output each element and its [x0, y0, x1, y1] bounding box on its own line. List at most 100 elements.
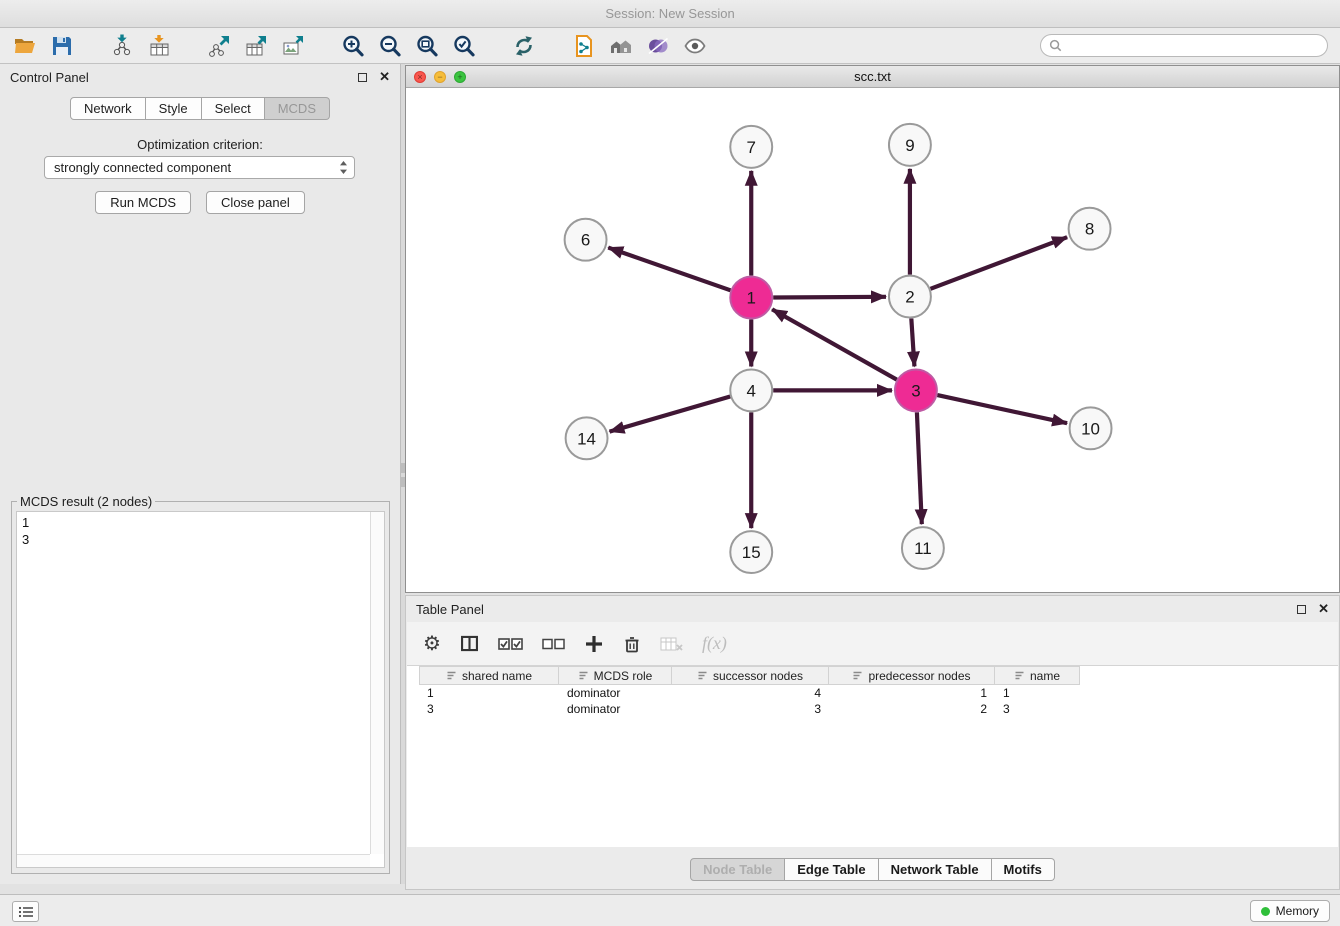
zoom-window-icon[interactable]: +: [454, 71, 466, 83]
tab-network-table[interactable]: Network Table: [879, 858, 992, 881]
close-window-icon[interactable]: ×: [414, 71, 426, 83]
close-table-panel-icon[interactable]: ✕: [1318, 601, 1329, 617]
criterion-dropdown[interactable]: strongly connected component: [44, 156, 355, 179]
search-field[interactable]: [1040, 34, 1328, 57]
table-cell: dominator: [559, 685, 672, 701]
memory-button[interactable]: Memory: [1250, 900, 1330, 922]
svg-text:10: 10: [1081, 419, 1100, 438]
tab-select[interactable]: Select: [202, 97, 265, 120]
tab-network[interactable]: Network: [70, 97, 146, 120]
table-tabs: Node TableEdge TableNetwork TableMotifs: [406, 858, 1339, 881]
list-icon: [18, 906, 34, 918]
show-graphics-details-button[interactable]: [680, 32, 710, 60]
table-cell: 3: [419, 701, 559, 717]
graph-node-4[interactable]: 4: [730, 369, 772, 411]
svg-text:11: 11: [914, 539, 932, 558]
graph-node-6[interactable]: 6: [565, 219, 607, 261]
search-input[interactable]: [1067, 39, 1319, 53]
column-header-successor-nodes[interactable]: successor nodes: [672, 666, 829, 685]
create-column-button[interactable]: [584, 634, 604, 654]
column-header-predecessor-nodes[interactable]: predecessor nodes: [829, 666, 995, 685]
minimize-window-icon[interactable]: −: [434, 71, 446, 83]
table-cell: 2: [829, 701, 995, 717]
show-columns-button[interactable]: [459, 633, 480, 654]
table-settings-button[interactable]: ⚙: [423, 634, 441, 654]
tab-edge-table[interactable]: Edge Table: [785, 858, 878, 881]
select-all-columns-button[interactable]: [498, 636, 524, 652]
svg-text:7: 7: [747, 138, 756, 157]
open-session-button[interactable]: [10, 32, 40, 60]
tab-node-table[interactable]: Node Table: [690, 858, 785, 881]
close-panel-button[interactable]: Close panel: [206, 191, 305, 214]
table-row[interactable]: 1dominator411: [419, 685, 1338, 701]
network-canvas[interactable]: 1 2 3 4 6 7 8 9 10 11 14 15: [406, 88, 1339, 592]
traffic-lights: × − +: [414, 71, 466, 83]
dropdown-stepper-icon: [339, 160, 348, 175]
zoom-out-button[interactable]: [375, 32, 405, 60]
import-table-button[interactable]: [144, 32, 174, 60]
zoom-in-button[interactable]: [338, 32, 368, 60]
graph-node-9[interactable]: 9: [889, 124, 931, 166]
mcds-result-text: 1 3: [22, 514, 367, 853]
graph-edge-1-6[interactable]: [608, 248, 730, 291]
export-table-icon: [244, 34, 268, 58]
graph-node-1[interactable]: 1: [730, 277, 772, 319]
tab-style[interactable]: Style: [146, 97, 202, 120]
graph-node-8[interactable]: 8: [1069, 208, 1111, 250]
tab-motifs[interactable]: Motifs: [992, 858, 1055, 881]
function-builder-button-disabled[interactable]: f(x): [702, 633, 727, 654]
graph-edge-2-8[interactable]: [930, 237, 1067, 289]
refresh-layout-button[interactable]: [509, 32, 539, 60]
graph-edge-3-10[interactable]: [937, 395, 1067, 423]
mcds-result-groupbox: MCDS result (2 nodes) 1 3: [11, 494, 390, 874]
table-body: shared nameMCDS rolesuccessor nodesprede…: [407, 666, 1338, 847]
graph-node-7[interactable]: 7: [730, 126, 772, 168]
export-network-button[interactable]: [204, 32, 234, 60]
run-mcds-button[interactable]: Run MCDS: [95, 191, 191, 214]
home-layouts-button[interactable]: [606, 32, 636, 60]
graph-edge-3-1[interactable]: [772, 309, 897, 379]
delete-table-button-disabled[interactable]: [660, 636, 684, 652]
clone-network-button[interactable]: [569, 32, 599, 60]
network-graph: 1 2 3 4 6 7 8 9 10 11 14 15: [406, 88, 1339, 592]
zoom-selected-button[interactable]: [449, 32, 479, 60]
column-header-shared-name[interactable]: shared name: [419, 666, 559, 685]
tab-mcds[interactable]: MCDS: [265, 97, 330, 120]
column-header-mcds-role[interactable]: MCDS role: [559, 666, 672, 685]
task-history-button[interactable]: [12, 901, 39, 922]
network-window-titlebar[interactable]: × − + scc.txt: [406, 66, 1339, 88]
graph-node-3[interactable]: 3: [895, 369, 937, 411]
float-panel-icon[interactable]: [358, 73, 367, 82]
export-image-button[interactable]: [278, 32, 308, 60]
graph-edge-1-2[interactable]: [773, 297, 886, 298]
close-panel-icon[interactable]: ✕: [379, 69, 390, 85]
export-table-button[interactable]: [241, 32, 271, 60]
mcds-result-area: 1 3: [16, 511, 385, 868]
apply-style-button[interactable]: [643, 32, 673, 60]
table-header: shared nameMCDS rolesuccessor nodesprede…: [419, 666, 1338, 685]
graph-node-14[interactable]: 14: [566, 417, 608, 459]
graph-node-2[interactable]: 2: [889, 276, 931, 318]
save-session-button[interactable]: [47, 32, 77, 60]
zoom-in-icon: [341, 34, 365, 58]
table-row[interactable]: 3dominator323: [419, 701, 1338, 717]
graph-edge-2-3[interactable]: [911, 319, 914, 367]
optimization-label: Optimization criterion:: [0, 137, 400, 152]
column-header-name[interactable]: name: [995, 666, 1080, 685]
graph-node-10[interactable]: 10: [1070, 407, 1112, 449]
graph-edge-3-11[interactable]: [917, 412, 922, 524]
delete-column-button[interactable]: [622, 634, 642, 654]
graph-node-11[interactable]: 11: [902, 527, 944, 569]
float-table-panel-icon[interactable]: [1297, 605, 1306, 614]
import-network-button[interactable]: [107, 32, 137, 60]
svg-text:3: 3: [911, 381, 920, 400]
clone-network-icon: [572, 34, 596, 58]
graph-node-15[interactable]: 15: [730, 531, 772, 573]
result-horizontal-scrollbar[interactable]: [17, 854, 370, 867]
graph-edge-4-14[interactable]: [610, 396, 731, 431]
zoom-fit-button[interactable]: [412, 32, 442, 60]
unselect-all-columns-button[interactable]: [542, 637, 566, 651]
result-vertical-scrollbar[interactable]: [370, 512, 384, 854]
table-panel: Table Panel ✕ ⚙ f(x) shared nameMCDS rol…: [405, 595, 1340, 890]
table-cell: 3: [995, 701, 1080, 717]
